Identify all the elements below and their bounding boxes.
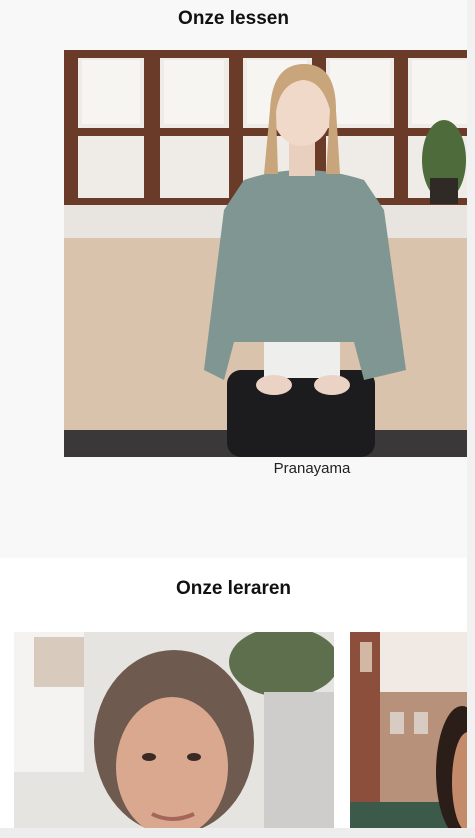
teacher-portrait-2 <box>350 632 467 838</box>
bottom-edge <box>0 828 475 838</box>
scrollbar[interactable] <box>467 0 475 838</box>
page: Onze lessen Pranayama Onze leraren <box>0 0 475 838</box>
teacher-card-2[interactable] <box>350 632 467 838</box>
lesson-caption[interactable]: Pranayama <box>64 460 475 477</box>
lessons-title: Onze lessen <box>178 8 289 29</box>
lessons-section: Onze lessen Pranayama <box>0 0 467 558</box>
teachers-title: Onze leraren <box>175 578 292 599</box>
meditation-photo <box>64 50 467 457</box>
lesson-card-image[interactable] <box>64 50 467 457</box>
teachers-section: Onze leraren <box>0 558 467 838</box>
teacher-card-1[interactable] <box>14 632 334 838</box>
teacher-portrait-1 <box>14 632 334 838</box>
